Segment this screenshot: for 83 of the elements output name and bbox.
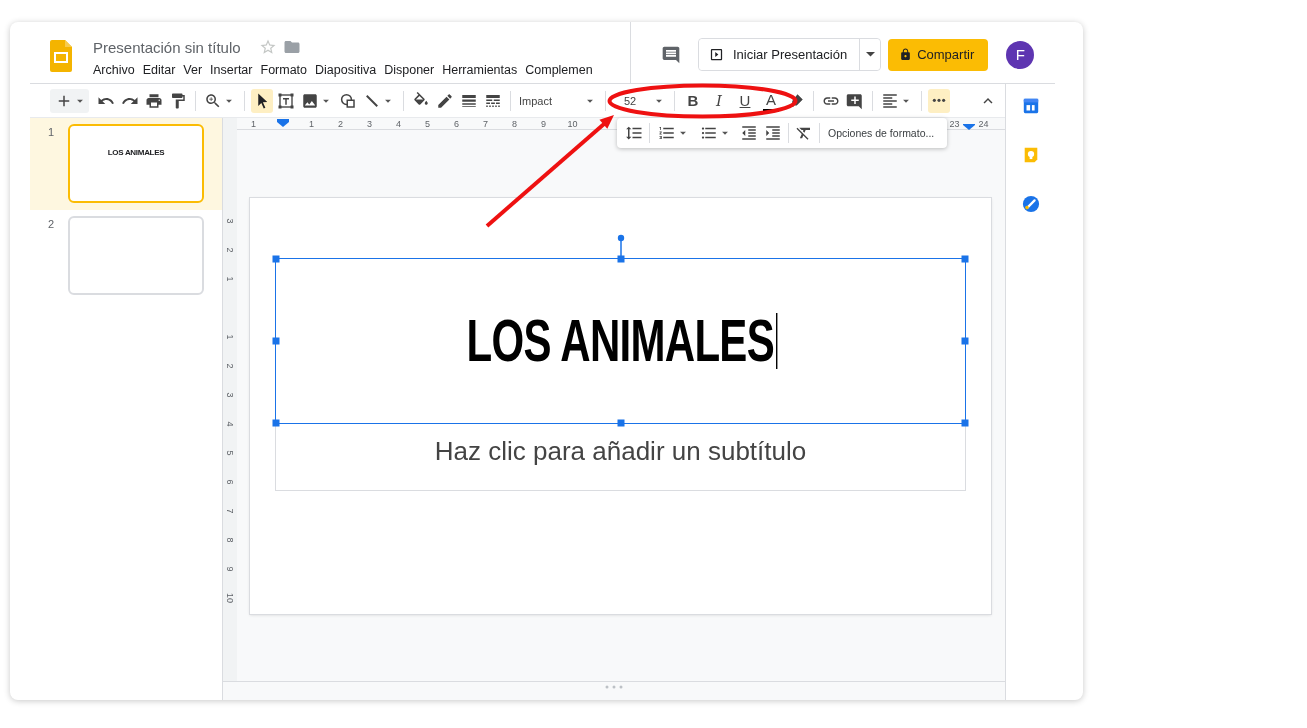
drag-handle-icon[interactable] (605, 685, 623, 689)
new-slide-button[interactable] (50, 88, 89, 113)
ruler-number: 1 (225, 334, 235, 339)
increase-indent-icon[interactable] (764, 124, 782, 142)
font-dropdown[interactable]: Impact (517, 88, 599, 113)
resize-handle[interactable] (272, 255, 280, 263)
subtitle-placeholder[interactable]: Haz clic para añadir un subtítulo (275, 424, 966, 491)
menu-item[interactable]: Insertar (210, 63, 253, 77)
color-button[interactable]: A (759, 88, 783, 113)
ruler-number: 8 (511, 118, 518, 129)
ruler-number: 6 (225, 479, 235, 484)
ruler-number: 1 (250, 118, 257, 129)
underline-button[interactable]: U (733, 88, 757, 113)
indent-marker-icon[interactable] (277, 119, 289, 127)
menu-item[interactable]: Ver (183, 63, 203, 77)
resize-handle[interactable] (961, 419, 969, 427)
ruler-number: 7 (482, 118, 489, 129)
menu-item[interactable]: Diapositiva (315, 63, 377, 77)
ruler-number: 4 (395, 118, 402, 129)
ruler-number: 5 (424, 118, 431, 129)
menu-item[interactable]: Formato (260, 63, 308, 77)
font-size-dropdown[interactable]: 52 (612, 88, 668, 113)
rotate-handle[interactable] (616, 234, 625, 256)
ruler-number: 5 (225, 450, 235, 455)
menu-item[interactable]: Editar (142, 63, 176, 77)
document-title[interactable]: Presentación sin título (93, 38, 241, 56)
star-icon[interactable] (258, 38, 277, 56)
align-left-icon (881, 91, 899, 110)
ruler-number: 9 (225, 566, 235, 571)
slide-number: 1 (46, 125, 55, 139)
ruler-number: 7 (225, 508, 235, 513)
slide-title: LOS ANIMALES (467, 311, 775, 371)
zoom-icon (204, 91, 222, 110)
thumbnail-title: LOS ANIMALES (107, 148, 165, 158)
select-tool-button[interactable] (251, 88, 273, 113)
lock-icon (899, 48, 913, 61)
ruler-number: 9 (540, 118, 547, 129)
caret-icon (865, 52, 875, 57)
calendar-icon[interactable] (1021, 97, 1040, 115)
menu-item[interactable]: Complemen (525, 63, 593, 77)
more-icon (932, 98, 946, 103)
image-icon (301, 91, 319, 110)
ruler-number: 10 (225, 592, 235, 603)
ruler-number: 8 (225, 537, 235, 542)
line-spacing-icon[interactable] (625, 124, 643, 142)
ruler-number: 2 (337, 118, 344, 129)
format-options-link[interactable]: Opciones de formato... (828, 127, 935, 139)
ruler-number: 3 (366, 118, 373, 129)
ruler-number: 1 (225, 276, 235, 281)
ruler-number: 4 (225, 421, 235, 426)
ruler-number: 6 (453, 118, 460, 129)
comment-icon[interactable] (661, 44, 681, 65)
ruler-number: 2 (225, 363, 235, 368)
ruler-number: 3 (225, 218, 235, 223)
slide-number: 2 (46, 217, 55, 231)
more-button[interactable] (928, 88, 950, 113)
resize-handle[interactable] (617, 419, 624, 427)
menu-item[interactable]: Archivo (93, 63, 135, 77)
resize-handle[interactable] (272, 337, 280, 345)
resize-handle[interactable] (272, 419, 280, 427)
resize-handle[interactable] (617, 255, 624, 263)
ruler-number: 23 (948, 118, 961, 129)
ruler-number: 1 (308, 118, 315, 129)
menu-item[interactable]: Herramientas (442, 63, 518, 77)
account-avatar[interactable]: F (1006, 40, 1035, 69)
bold-button[interactable]: B (681, 88, 705, 113)
resize-handle[interactable] (961, 255, 969, 263)
checkmark-circle-icon[interactable] (1021, 195, 1040, 213)
decrease-indent-icon[interactable] (740, 124, 758, 142)
resize-handle[interactable] (961, 337, 969, 345)
present-button[interactable]: Iniciar Presentación (699, 39, 861, 70)
folder-icon[interactable] (282, 38, 301, 56)
play-icon (709, 47, 724, 62)
slide-thumbnail[interactable]: LOS ANIMALES (68, 124, 204, 203)
menu-item[interactable]: Disponer (384, 63, 435, 77)
ruler-number: 2 (225, 247, 235, 252)
share-button[interactable]: Compartir (888, 38, 989, 71)
ruler-number: 10 (566, 118, 579, 129)
ruler-number: 24 (977, 118, 990, 129)
numbered-list-icon (658, 124, 676, 142)
ruler-number: 3 (225, 392, 235, 397)
slide-thumbnail[interactable] (68, 216, 204, 295)
italic-button[interactable]: I (707, 88, 731, 113)
